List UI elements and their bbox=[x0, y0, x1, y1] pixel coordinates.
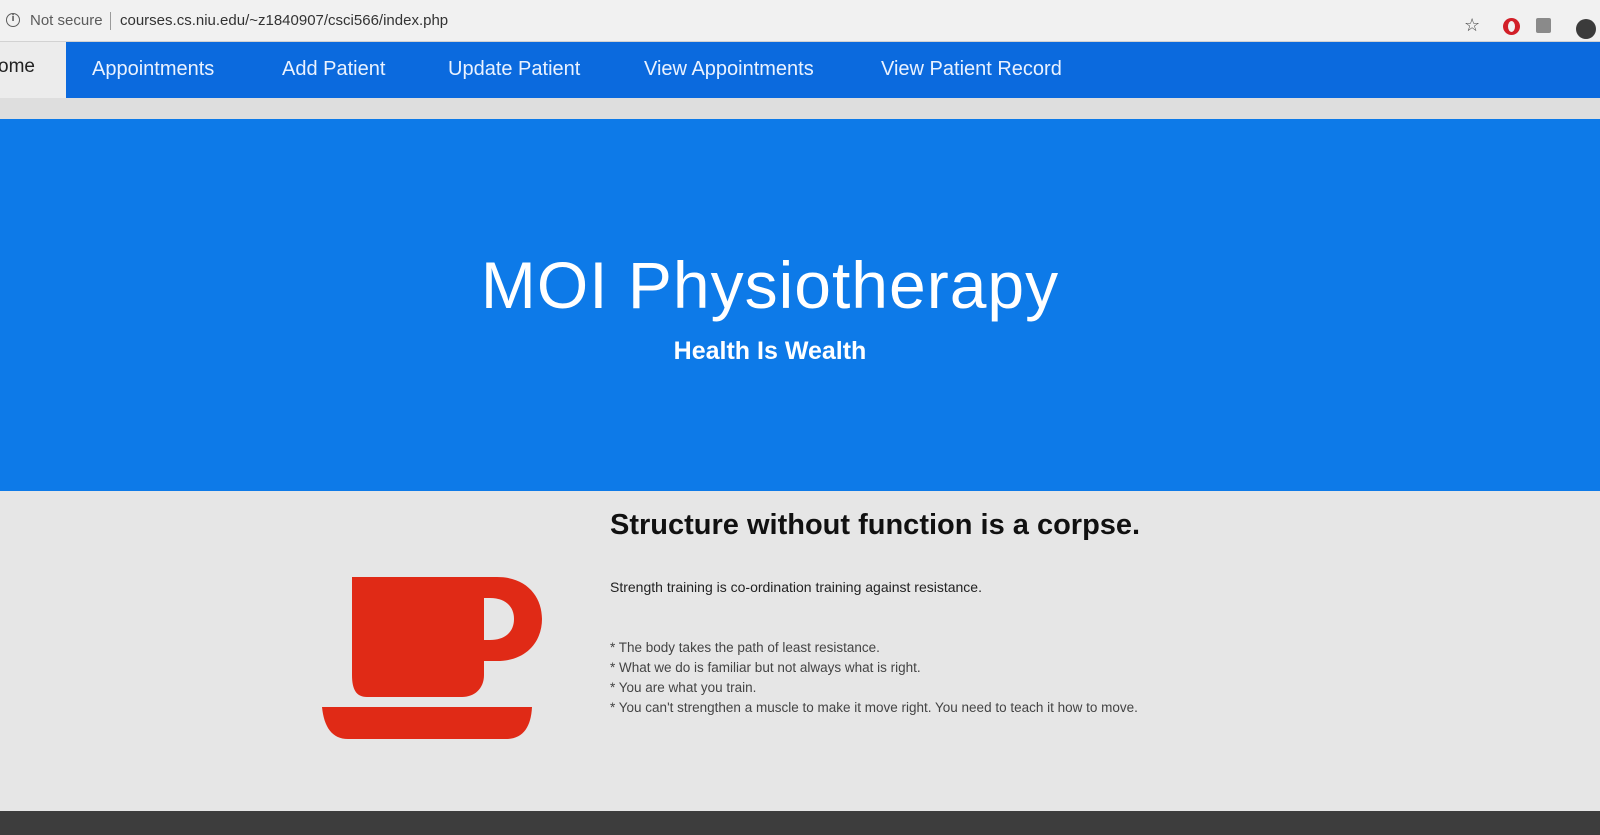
nav-item-view-patient-record[interactable]: View Patient Record bbox=[881, 58, 1062, 81]
main-navbar: ome Appointments Add Patient Update Pati… bbox=[0, 42, 1600, 98]
browser-address-bar[interactable]: i Not secure courses.cs.niu.edu/~z184090… bbox=[0, 0, 1600, 42]
content-section: Structure without function is a corpse. … bbox=[0, 491, 1600, 811]
extension-icon[interactable] bbox=[1536, 18, 1551, 33]
list-item: You are what you train. bbox=[610, 678, 1138, 698]
nav-home-label: ome bbox=[0, 56, 35, 77]
nav-item-update-patient[interactable]: Update Patient bbox=[448, 58, 580, 81]
nav-spacer bbox=[0, 98, 1600, 119]
nav-item-appointments[interactable]: Appointments bbox=[92, 58, 214, 81]
coffee-cup-icon bbox=[322, 577, 542, 739]
opera-icon[interactable] bbox=[1503, 18, 1520, 35]
hero-banner: MOI Physiotherapy Health Is Wealth bbox=[0, 119, 1600, 491]
info-icon[interactable]: i bbox=[6, 13, 20, 27]
page-bottom-border bbox=[0, 811, 1600, 835]
section-heading: Structure without function is a corpse. bbox=[610, 509, 1141, 541]
section-lead-text: Strength training is co-ordination train… bbox=[610, 579, 982, 595]
site-title: MOI Physiotherapy bbox=[480, 248, 1060, 322]
nav-item-view-appointments[interactable]: View Appointments bbox=[644, 58, 814, 81]
avatar[interactable] bbox=[1576, 19, 1596, 39]
star-icon[interactable]: ☆ bbox=[1464, 16, 1482, 34]
quote-list: The body takes the path of least resista… bbox=[610, 638, 1138, 718]
list-item: The body takes the path of least resista… bbox=[610, 638, 1138, 658]
url-text[interactable]: courses.cs.niu.edu/~z1840907/csci566/ind… bbox=[120, 12, 448, 29]
site-tagline: Health Is Wealth bbox=[673, 337, 867, 365]
nav-item-home[interactable]: ome bbox=[0, 42, 66, 98]
address-separator bbox=[110, 12, 111, 30]
security-label[interactable]: Not secure bbox=[30, 12, 103, 29]
list-item: You can't strengthen a muscle to make it… bbox=[610, 698, 1138, 718]
list-item: What we do is familiar but not always wh… bbox=[610, 658, 1138, 678]
nav-item-add-patient[interactable]: Add Patient bbox=[282, 58, 385, 81]
